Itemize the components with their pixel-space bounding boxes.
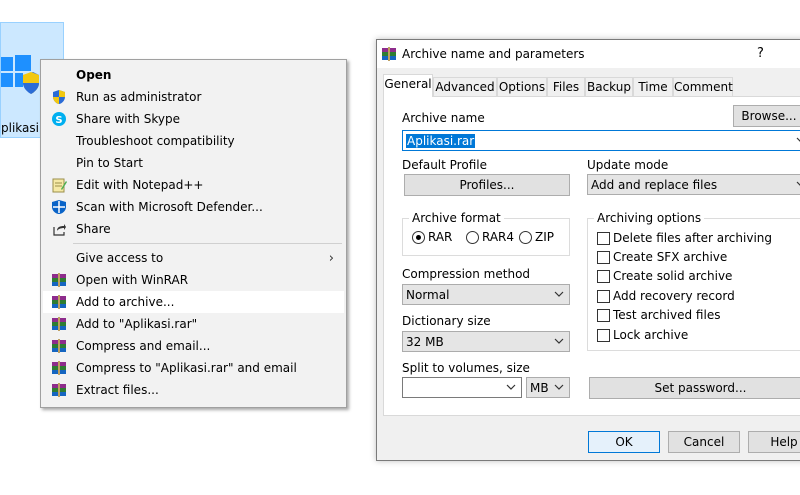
split-unit-value: MB <box>530 381 549 395</box>
tab-files[interactable]: Files <box>547 77 585 96</box>
cancel-button[interactable]: Cancel <box>668 431 740 453</box>
update-mode-label: Update mode <box>587 158 669 172</box>
chevron-right-icon: › <box>328 251 334 266</box>
menu-item-notepadpp[interactable]: Edit with Notepad++ <box>43 174 344 196</box>
split-size-input[interactable] <box>402 377 522 398</box>
menu-item-compress-rar-email[interactable]: Compress to "Aplikasi.rar" and email <box>43 357 344 379</box>
ok-button[interactable]: OK <box>588 431 660 453</box>
menu-item-run-as-admin[interactable]: Run as administrator <box>43 86 344 108</box>
menu-item-open-winrar[interactable]: Open with WinRAR <box>43 269 344 291</box>
compression-method-value: Normal <box>406 288 450 302</box>
tab-backup[interactable]: Backup <box>585 77 633 96</box>
chevron-down-icon <box>554 382 564 392</box>
chevron-down-icon <box>554 336 564 346</box>
context-menu: Open Run as administrator S Share with S… <box>40 59 347 408</box>
menu-item-share[interactable]: Share <box>43 218 344 240</box>
radio-rar-label: RAR <box>428 230 453 244</box>
dialog-titlebar[interactable]: Archive name and parameters ? <box>377 40 800 68</box>
chevron-down-icon[interactable] <box>796 135 800 145</box>
general-panel: Archive name Browse... Aplikasi.rar Defa… <box>383 96 800 416</box>
archiving-options-group: Archiving options Delete files after arc… <box>587 211 800 351</box>
windows-app-icon <box>1 55 41 98</box>
archive-name-label: Archive name <box>402 111 485 125</box>
chevron-down-icon <box>796 179 800 189</box>
chevron-down-icon <box>554 289 564 299</box>
dialog-title: Archive name and parameters <box>402 47 585 61</box>
tab-advanced[interactable]: Advanced <box>433 77 497 96</box>
dictionary-size-value: 32 MB <box>406 335 444 349</box>
winrar-icon <box>51 338 67 354</box>
radio-zip-label: ZIP <box>535 230 554 244</box>
profiles-button[interactable]: Profiles... <box>404 174 570 196</box>
radio-rar4[interactable] <box>466 231 479 244</box>
tab-options[interactable]: Options <box>497 77 547 96</box>
option-recovery-record: Add recovery record <box>613 289 735 303</box>
split-unit-select[interactable]: MB <box>526 377 570 398</box>
menu-item-troubleshoot[interactable]: Troubleshoot compatibility <box>43 130 344 152</box>
menu-item-give-access[interactable]: Give access to › <box>43 247 344 269</box>
compression-method-label: Compression method <box>402 267 531 281</box>
archive-name-value: Aplikasi.rar <box>406 134 476 148</box>
menu-item-extract[interactable]: Extract files... <box>43 379 344 401</box>
help-button[interactable]: Help <box>748 431 800 453</box>
dictionary-size-select[interactable]: 32 MB <box>402 331 570 352</box>
default-profile-label: Default Profile <box>402 158 487 172</box>
checkbox-lock-archive[interactable] <box>597 329 610 342</box>
winrar-icon <box>51 316 67 332</box>
svg-text:S: S <box>55 115 62 126</box>
compression-method-select[interactable]: Normal <box>402 284 570 305</box>
checkbox-delete-files[interactable] <box>597 232 610 245</box>
update-mode-value: Add and replace files <box>591 178 718 192</box>
checkbox-solid-archive[interactable] <box>597 270 610 283</box>
checkbox-create-sfx[interactable] <box>597 251 610 264</box>
option-solid-archive: Create solid archive <box>613 269 733 283</box>
checkbox-recovery-record[interactable] <box>597 290 610 303</box>
menu-item-defender[interactable]: Scan with Microsoft Defender... <box>43 196 344 218</box>
tab-time[interactable]: Time <box>633 77 673 96</box>
radio-rar4-label: RAR4 <box>482 230 515 244</box>
menu-item-share-skype[interactable]: S Share with Skype <box>43 108 344 130</box>
menu-item-open[interactable]: Open <box>43 64 344 86</box>
winrar-icon <box>51 382 67 398</box>
defender-icon <box>51 199 67 215</box>
archive-format-label: Archive format <box>409 211 504 225</box>
chevron-down-icon[interactable] <box>506 382 516 392</box>
skype-icon: S <box>51 111 67 127</box>
dictionary-size-label: Dictionary size <box>402 314 491 328</box>
uac-shield-icon <box>51 89 67 105</box>
menu-item-add-archive[interactable]: Add to archive... <box>43 291 344 313</box>
radio-zip[interactable] <box>519 231 532 244</box>
archive-dialog: Archive name and parameters ? General Ad… <box>376 39 800 461</box>
archive-format-group: Archive format RAR RAR4 ZIP <box>402 211 570 256</box>
option-test-files: Test archived files <box>613 308 721 322</box>
split-volumes-label: Split to volumes, size <box>402 361 530 375</box>
menu-separator <box>73 243 342 244</box>
browse-button[interactable]: Browse... <box>733 105 800 127</box>
archive-name-input[interactable]: Aplikasi.rar <box>402 130 800 151</box>
option-lock-archive: Lock archive <box>613 328 689 342</box>
desktop-icon-label: plikasi <box>1 121 39 135</box>
tab-general[interactable]: General <box>383 74 433 97</box>
winrar-icon <box>51 360 67 376</box>
winrar-icon <box>51 294 67 310</box>
option-create-sfx: Create SFX archive <box>613 250 728 264</box>
winrar-icon <box>51 272 67 288</box>
notepadpp-icon <box>51 177 67 193</box>
help-icon[interactable]: ? <box>757 46 764 61</box>
menu-item-pin-start[interactable]: Pin to Start <box>43 152 344 174</box>
tab-comment[interactable]: Comment <box>673 77 733 96</box>
menu-item-add-to-rar[interactable]: Add to "Aplikasi.rar" <box>43 313 344 335</box>
winrar-icon <box>381 46 397 62</box>
radio-rar[interactable] <box>412 231 425 244</box>
share-icon <box>51 221 67 237</box>
option-delete-files: Delete files after archiving <box>613 231 773 245</box>
archiving-options-label: Archiving options <box>594 211 705 225</box>
update-mode-select[interactable]: Add and replace files <box>587 174 800 195</box>
checkbox-test-files[interactable] <box>597 309 610 322</box>
menu-item-compress-email[interactable]: Compress and email... <box>43 335 344 357</box>
set-password-button[interactable]: Set password... <box>589 377 800 399</box>
